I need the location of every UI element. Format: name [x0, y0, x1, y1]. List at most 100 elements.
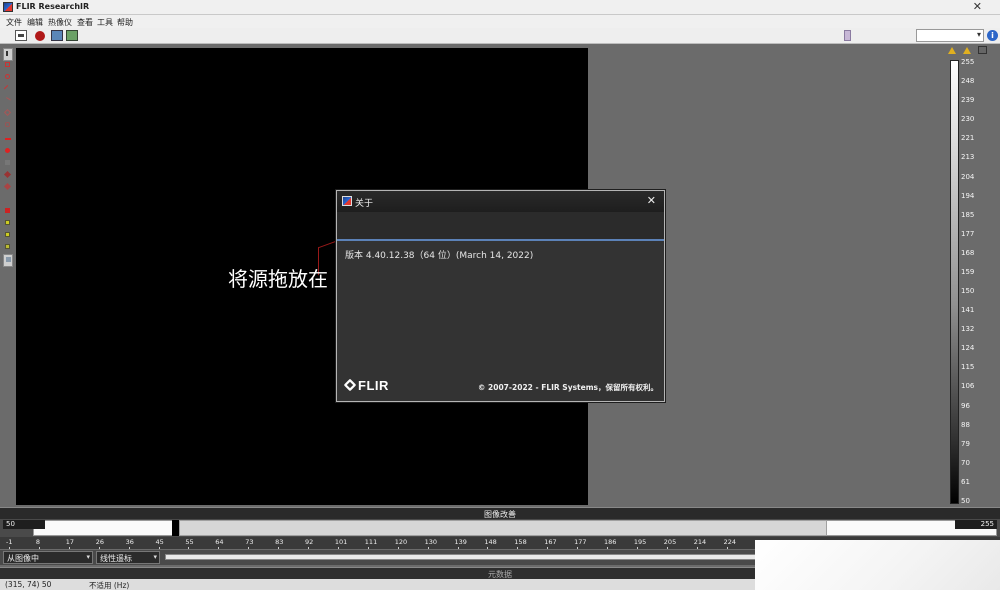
polyline-icon — [4, 97, 11, 104]
mode-select[interactable]: 线性遥标 ▾ — [96, 551, 160, 564]
title-bar: FLIR ResearchIR ✕ — [0, 0, 1000, 15]
save-as-tool[interactable] — [3, 242, 13, 251]
scale-settings-icon[interactable] — [978, 46, 987, 54]
ruler-tick — [98, 547, 100, 549]
info-tool[interactable] — [3, 254, 13, 267]
ruler-tick-label: 64 — [215, 538, 224, 546]
freehand-icon — [5, 122, 10, 127]
ruler-tick-label: 205 — [663, 538, 677, 546]
ruler-tick — [547, 547, 549, 549]
ruler-tick-label: 8 — [35, 538, 41, 546]
drop-source-hint: 将源拖放在 — [228, 267, 328, 291]
dialog-close-button[interactable]: ✕ — [647, 194, 656, 207]
min-value-box[interactable]: 50 — [3, 520, 45, 529]
edit-tool-2[interactable] — [3, 182, 13, 191]
rectangle-tool[interactable] — [3, 60, 13, 69]
ruler-tick — [188, 547, 190, 549]
source-select[interactable]: 从图像中 ▾ — [3, 551, 93, 564]
ellipse-icon — [5, 74, 10, 79]
pen-icon — [3, 182, 12, 191]
version-text: 版本 4.40.12.38（64 位）(March 14, 2022) — [345, 251, 534, 261]
folder-icon — [5, 220, 10, 225]
histogram-selected-range[interactable] — [179, 520, 827, 536]
copyright-text: © 2007-2022 - FLIR Systems，保留所有权利。 — [477, 383, 658, 392]
delete-tool[interactable] — [3, 194, 13, 203]
ruler-tick — [9, 547, 10, 549]
ruler-tick-label: 177 — [574, 538, 587, 546]
ruler-tick-label: 73 — [245, 538, 254, 546]
ruler-tick — [248, 547, 250, 549]
app-logo-icon — [342, 196, 352, 206]
panel-icon — [6, 257, 11, 262]
menu-help[interactable]: 帮助 — [117, 17, 133, 28]
menu-camera[interactable]: 热像仪 — [48, 17, 72, 28]
window-close-button[interactable]: ✕ — [973, 0, 982, 13]
record-button[interactable] — [35, 31, 45, 41]
ruler-tick-label: 83 — [275, 538, 284, 546]
menu-file[interactable]: 文件 — [6, 17, 22, 28]
polygon-tool[interactable] — [3, 108, 13, 117]
scale-max-marker-icon[interactable] — [948, 46, 956, 54]
max-value-box[interactable]: 255 — [955, 520, 997, 529]
spot-tool[interactable] — [3, 134, 13, 143]
info-icon[interactable]: i — [987, 30, 998, 41]
menu-tools[interactable]: 工具 — [97, 17, 113, 28]
polyline-tool[interactable] — [3, 96, 13, 105]
scale-label: 132 — [961, 325, 975, 334]
cursor-coords: (315, 74) 50 — [5, 580, 52, 589]
menu-view[interactable]: 查看 — [77, 17, 93, 28]
ruler-tick-label: 158 — [514, 538, 527, 546]
flir-logo-icon — [343, 378, 357, 392]
histogram-min-handle[interactable] — [172, 520, 179, 536]
scale-label: 79 — [961, 439, 970, 448]
ruler-tick — [128, 547, 130, 549]
film-icon[interactable] — [15, 30, 27, 41]
delete-all-icon — [5, 208, 10, 213]
toolbar-dropdown[interactable]: ▾ — [916, 29, 984, 42]
dialog-header: 关于 ✕ — [337, 191, 664, 212]
scale-label: 159 — [961, 267, 975, 276]
scale-label: 50 — [961, 497, 970, 505]
adjust-slider[interactable] — [165, 554, 765, 560]
freehand-tool[interactable] — [3, 120, 13, 129]
ruler-tick-label: 224 — [723, 538, 737, 546]
ruler-tick-label: 139 — [454, 538, 467, 546]
load-tool[interactable] — [3, 218, 13, 227]
flag-icon[interactable] — [844, 30, 851, 41]
flir-logo-text: FLIR — [358, 378, 389, 393]
redacted-area — [755, 540, 1000, 590]
spot-tool-3[interactable] — [3, 158, 13, 167]
scale-label: 230 — [961, 115, 975, 124]
about-dialog: 关于 ✕ 版本 4.40.12.38（64 位）(March 14, 2022)… — [336, 190, 665, 402]
menu-bar: 文件 编辑 热像仪 查看 工具 帮助 — [0, 15, 1000, 28]
ruler-tick — [457, 547, 459, 549]
scale-marker-icon[interactable] — [963, 46, 971, 54]
menu-edit[interactable]: 编辑 — [27, 17, 43, 28]
ruler-tick — [577, 547, 579, 549]
ruler-tick — [636, 547, 638, 549]
histogram-panel: 50 255 — [0, 519, 1000, 537]
ruler-tick — [158, 547, 160, 549]
scale-label: 141 — [961, 306, 975, 315]
ruler-tick-label: 101 — [334, 538, 348, 546]
image-adjust-header: 图像改善 — [0, 507, 1000, 519]
scale-label: 185 — [961, 210, 975, 219]
spot-tool-2[interactable] — [3, 146, 13, 155]
ruler-tick — [427, 547, 429, 549]
ruler-tick — [38, 547, 40, 549]
scale-label: 124 — [961, 344, 975, 353]
export-icon[interactable] — [66, 30, 78, 41]
delete-all-tool[interactable] — [3, 206, 13, 215]
ruler-tick-label: 92 — [305, 538, 314, 546]
snapshot-icon[interactable] — [51, 30, 63, 41]
line-tool[interactable] — [3, 84, 13, 93]
ruler-tick — [487, 547, 489, 549]
save-tool[interactable] — [3, 230, 13, 239]
color-scale-bar[interactable] — [950, 60, 959, 504]
edit-tool[interactable] — [3, 170, 13, 179]
scale-label: 239 — [961, 96, 975, 105]
scale-label: 150 — [961, 287, 975, 296]
save-icon — [5, 232, 10, 237]
target-icon — [5, 148, 10, 153]
ellipse-tool[interactable] — [3, 72, 13, 81]
